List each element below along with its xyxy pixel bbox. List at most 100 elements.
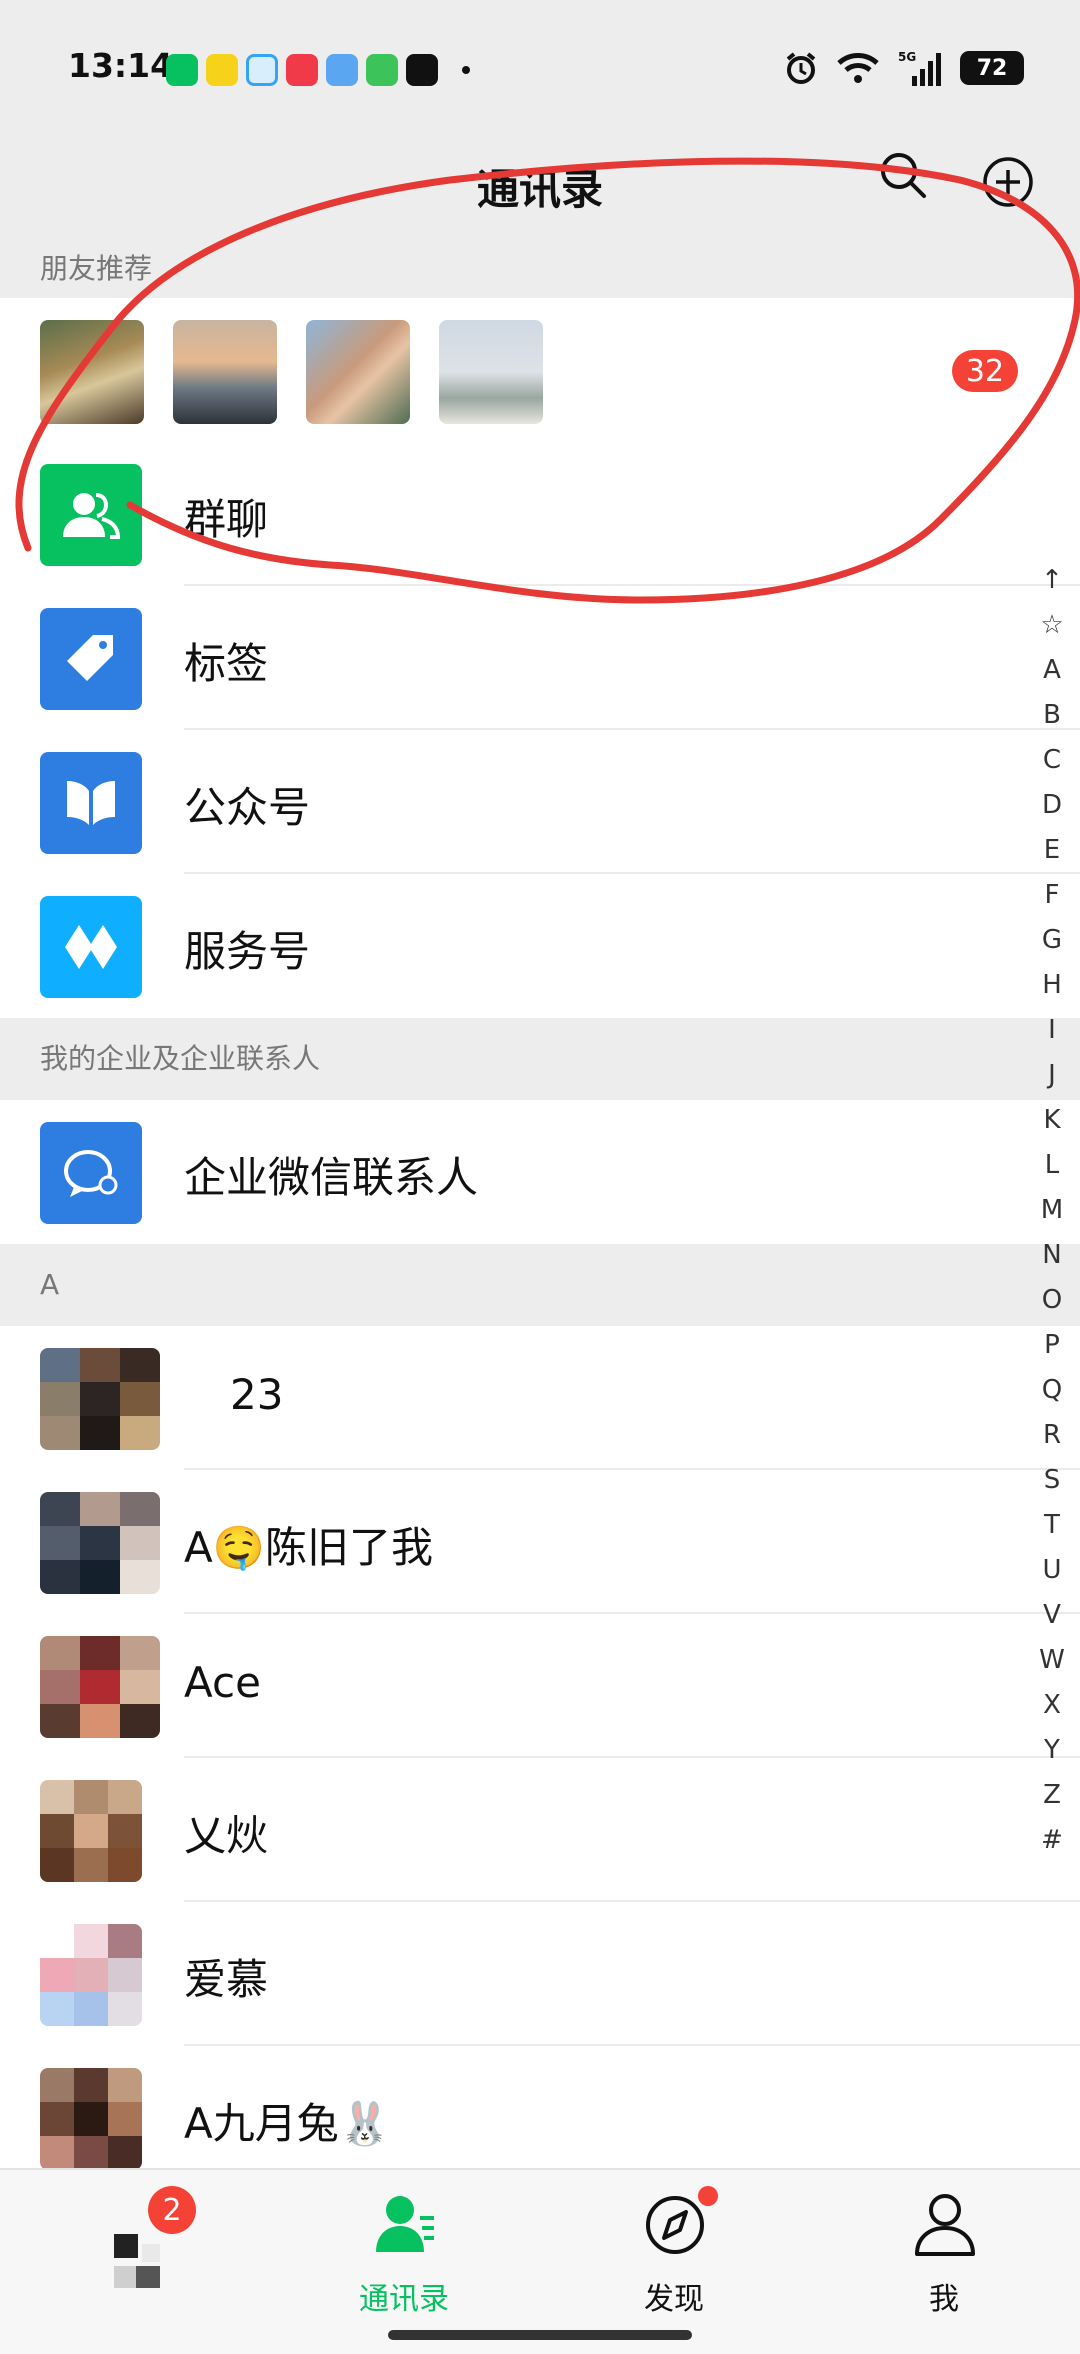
alpha-index-letter[interactable]: V: [1032, 1593, 1072, 1638]
recommended-friend-photo[interactable]: [173, 320, 277, 424]
notification-icons: [166, 54, 470, 86]
app-icon: [206, 54, 238, 86]
tags-label: 标签: [184, 639, 269, 688]
contact-name: A九月兔🐰: [184, 2099, 392, 2148]
alpha-index-letter[interactable]: W: [1032, 1638, 1072, 1683]
alpha-index-letter[interactable]: G: [1032, 918, 1072, 963]
person-icon: [915, 2194, 975, 2256]
wifi-icon: [837, 53, 879, 83]
weather-app-icon: [326, 54, 358, 86]
tab-me-label: 我: [929, 2282, 959, 2317]
alpha-index-letter[interactable]: S: [1032, 1458, 1072, 1503]
wechat-app-icon: [166, 54, 198, 86]
alpha-index-letter[interactable]: O: [1032, 1278, 1072, 1323]
alpha-index-letter[interactable]: M: [1032, 1188, 1072, 1233]
recommended-friend-photo[interactable]: [306, 320, 410, 424]
contact-row[interactable]: 爱慕: [0, 1902, 1080, 2046]
wecom-icon: [40, 1122, 142, 1224]
service-account-icon: [40, 896, 142, 998]
alpha-index-letter[interactable]: ☆: [1032, 603, 1072, 648]
contact-row[interactable]: A🤤陈旧了我: [0, 1470, 1080, 1614]
alpha-index-letter[interactable]: C: [1032, 738, 1072, 783]
svg-text:5G: 5G: [898, 50, 916, 64]
tab-contacts-label: 通讯录: [359, 2282, 449, 2317]
group-chat-row[interactable]: 群聊: [0, 442, 1080, 586]
official-accounts-row[interactable]: 公众号: [0, 730, 1080, 874]
wecom-contacts-label: 企业微信联系人: [184, 1153, 479, 1202]
alpha-index-letter[interactable]: J: [1032, 1053, 1072, 1098]
alpha-index-letter[interactable]: P: [1032, 1323, 1072, 1368]
alpha-index-letter[interactable]: I: [1032, 1008, 1072, 1053]
alpha-index-letter[interactable]: F: [1032, 873, 1072, 918]
alpha-index-letter[interactable]: Y: [1032, 1728, 1072, 1773]
alarm-icon: [786, 52, 816, 84]
contact-avatar: [40, 1492, 160, 1594]
discover-new-dot: [698, 2186, 718, 2206]
phone-app-icon: [366, 54, 398, 86]
contact-name: 爱慕: [184, 1955, 269, 2004]
contact-name: 乂炏: [184, 1811, 269, 1860]
contact-avatar: [40, 1348, 160, 1450]
add-icon[interactable]: [982, 156, 1034, 208]
contact-avatar: [40, 2068, 142, 2170]
contact-name: Ace: [184, 1658, 261, 1707]
alpha-index-letter[interactable]: K: [1032, 1098, 1072, 1143]
status-bar: 13:14 5G 72: [0, 0, 1080, 130]
alpha-index-letter[interactable]: X: [1032, 1683, 1072, 1728]
chats-avatar-icon: [114, 2234, 160, 2288]
tiktok-app-icon: [406, 54, 438, 86]
contact-row[interactable]: Ace: [0, 1614, 1080, 1758]
official-account-icon: [40, 752, 142, 854]
contact-row[interactable]: 23: [0, 1326, 1080, 1470]
chats-unread-badge: 2: [148, 2186, 196, 2234]
tag-icon: [40, 608, 142, 710]
tab-me[interactable]: 我: [844, 2192, 1044, 2317]
alpha-index-letter[interactable]: D: [1032, 783, 1072, 828]
section-header-enterprise: 我的企业及企业联系人: [0, 1018, 1080, 1100]
alpha-index-letter[interactable]: #: [1032, 1818, 1072, 1863]
home-indicator[interactable]: [388, 2330, 692, 2340]
alpha-index-letter[interactable]: R: [1032, 1413, 1072, 1458]
wecom-contacts-row[interactable]: 企业微信联系人: [0, 1100, 1080, 1244]
battery-indicator: 72: [960, 51, 1024, 85]
section-header-letter: A: [0, 1244, 1080, 1326]
tab-contacts[interactable]: 通讯录: [304, 2192, 504, 2317]
alpha-index-letter[interactable]: Z: [1032, 1773, 1072, 1818]
alpha-index-letter[interactable]: L: [1032, 1143, 1072, 1188]
contact-name: A🤤陈旧了我: [184, 1523, 434, 1572]
official-accounts-label: 公众号: [184, 783, 311, 832]
tags-row[interactable]: 标签: [0, 586, 1080, 730]
tab-discover[interactable]: 发现: [574, 2192, 774, 2317]
friend-recommend-row[interactable]: [0, 298, 1080, 442]
browser-app-icon: [246, 54, 278, 86]
contact-avatar: [40, 1636, 160, 1738]
alpha-index-letter[interactable]: B: [1032, 693, 1072, 738]
recommend-count-badge: 32: [952, 350, 1018, 392]
alpha-index-letter[interactable]: T: [1032, 1503, 1072, 1548]
contacts-icon: [376, 2196, 434, 2252]
recommended-friend-photo[interactable]: [439, 320, 543, 424]
compass-icon: [646, 2196, 704, 2254]
service-accounts-label: 服务号: [184, 927, 311, 976]
alpha-index-letter[interactable]: A: [1032, 648, 1072, 693]
contact-name: 23: [230, 1370, 284, 1419]
status-indicators: 5G 72: [784, 50, 1024, 86]
alpha-index-letter[interactable]: N: [1032, 1233, 1072, 1278]
alpha-index-letter[interactable]: U: [1032, 1548, 1072, 1593]
alpha-index-letter[interactable]: H: [1032, 963, 1072, 1008]
app-icon: [286, 54, 318, 86]
tab-chats[interactable]: [34, 2192, 234, 2312]
contact-row[interactable]: 乂炏: [0, 1758, 1080, 1902]
alpha-index-letter[interactable]: E: [1032, 828, 1072, 873]
alpha-index-letter[interactable]: Q: [1032, 1368, 1072, 1413]
alphabet-index[interactable]: ↑ ☆ A B C D E F G H I J K L M N O P Q R S T U V W X Y Z #: [1032, 558, 1072, 1863]
more-notifications-icon: [462, 66, 470, 74]
alpha-index-letter[interactable]: ↑: [1032, 558, 1072, 603]
tab-discover-label: 发现: [644, 2282, 704, 2317]
contact-row[interactable]: A九月兔🐰: [0, 2046, 1080, 2170]
search-icon[interactable]: [878, 150, 928, 200]
recommended-friend-photo[interactable]: [40, 320, 144, 424]
service-accounts-row[interactable]: 服务号: [0, 874, 1080, 1018]
contact-avatar: [40, 1924, 142, 2026]
group-chat-icon: [40, 464, 142, 566]
